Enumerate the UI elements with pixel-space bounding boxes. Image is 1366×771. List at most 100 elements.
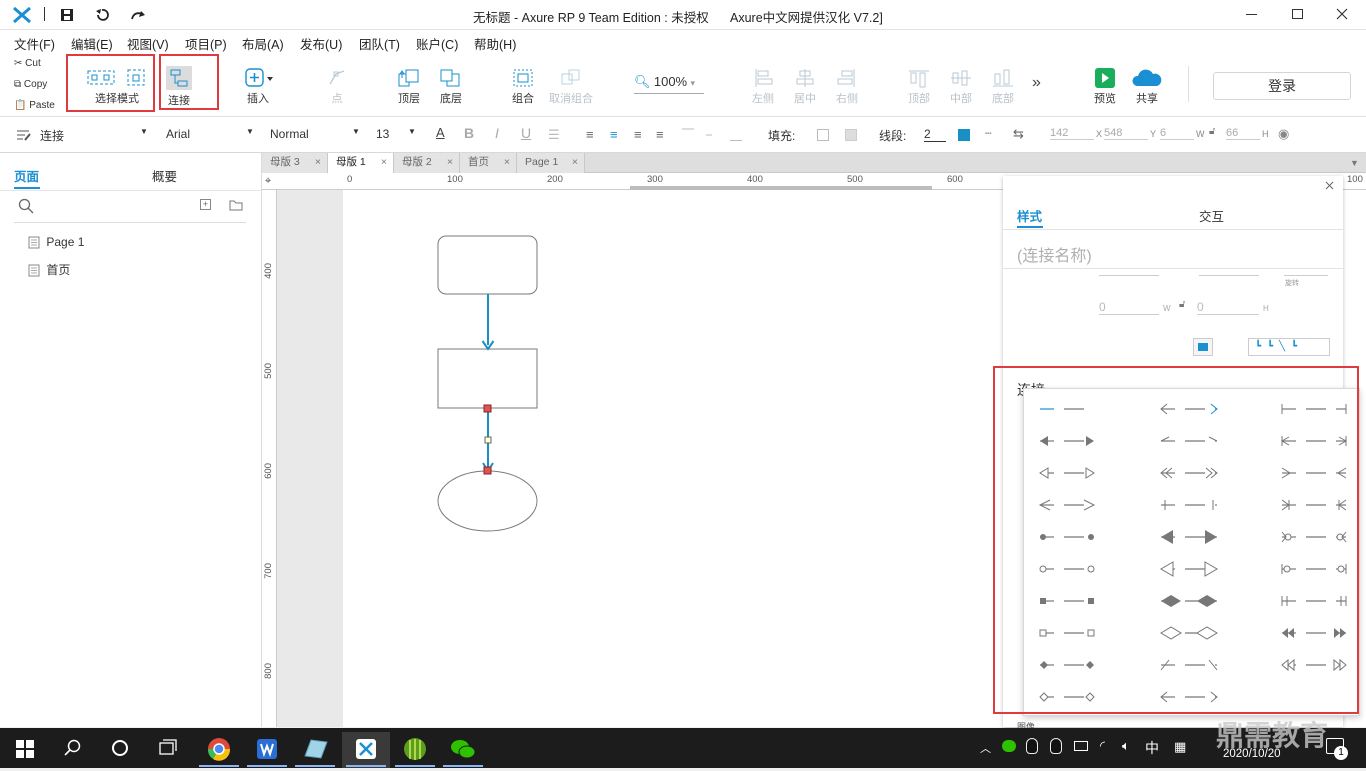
qq-tray-icon[interactable] — [1026, 738, 1038, 754]
bamboo-app-icon[interactable] — [391, 732, 439, 768]
point-button[interactable]: 点 — [322, 68, 352, 106]
menu-team[interactable]: 团队(T) — [359, 34, 400, 53]
wechat-tray-icon[interactable] — [1002, 740, 1016, 752]
bring-to-front-button[interactable]: 顶层 — [392, 68, 426, 106]
fit-text-icon[interactable] — [1193, 338, 1213, 356]
menu-view[interactable]: 视图(V) — [127, 34, 169, 53]
font-select[interactable]: Arial ▼ — [166, 127, 256, 141]
menu-account[interactable]: 账户(C) — [416, 34, 458, 53]
tab-outline[interactable]: 概要 — [152, 166, 177, 185]
font-weight-select[interactable]: Normal ▼ — [270, 127, 362, 141]
menu-help[interactable]: 帮助(H) — [474, 34, 516, 53]
copy-button[interactable]: ⧉ Copy — [14, 79, 47, 90]
align-bottom-button[interactable]: 底部 — [988, 68, 1018, 106]
h-input[interactable]: 66 — [1226, 127, 1260, 140]
tray-expand-icon[interactable]: ︿ — [980, 740, 991, 756]
close-tab-icon[interactable]: × — [572, 153, 578, 172]
tab-home[interactable]: 首页 × — [460, 153, 517, 173]
battery-icon[interactable] — [1074, 741, 1088, 751]
align-middle-button[interactable]: 中部 — [946, 68, 976, 106]
menu-edit[interactable]: 编辑(E) — [71, 34, 113, 53]
wps-app-icon[interactable] — [243, 732, 291, 768]
fill-color-swatch[interactable] — [817, 129, 829, 141]
search-icon[interactable] — [18, 198, 34, 214]
tab-master-2[interactable]: 母版 2 × — [394, 153, 460, 173]
menu-file[interactable]: 文件(F) — [14, 34, 55, 53]
preview-button[interactable]: 预览 — [1088, 68, 1122, 106]
rect-shape[interactable] — [437, 348, 538, 409]
wifi-icon[interactable]: ◜ — [1100, 738, 1105, 754]
tab-master-3[interactable]: 母版 3 × — [262, 153, 328, 173]
undo-icon[interactable] — [95, 8, 109, 22]
zoom-select[interactable]: 🔍︎ 100% ▾ — [634, 74, 704, 94]
connector-handle-end[interactable] — [483, 466, 492, 475]
lock-icon[interactable]: 🔓︎ — [1209, 126, 1215, 137]
valign-middle-icon[interactable]: ⎯ — [706, 127, 712, 142]
bold-icon[interactable]: B — [464, 125, 474, 141]
close-tab-icon[interactable]: × — [447, 153, 453, 172]
align-top-button[interactable]: 顶部 — [904, 68, 934, 106]
share-button[interactable]: 共享 — [1130, 68, 1164, 106]
x-input[interactable]: 142 — [1050, 127, 1094, 140]
text-justify-icon[interactable]: ≡ — [656, 127, 664, 142]
tabs-dropdown-icon[interactable]: ▼ — [1350, 158, 1359, 168]
keyboard-icon[interactable]: ▦ — [1174, 739, 1186, 755]
align-left-button[interactable]: 左侧 — [748, 68, 778, 106]
paste-button[interactable]: 📋 Paste — [14, 100, 55, 111]
axure-app-icon[interactable] — [342, 732, 390, 768]
cut-button[interactable]: ✂ Cut — [14, 58, 41, 69]
tab-interactions[interactable]: 交互 — [1199, 206, 1224, 225]
cortana-icon[interactable] — [111, 739, 129, 757]
close-tab-icon[interactable]: × — [504, 153, 510, 172]
search-icon[interactable] — [64, 739, 82, 757]
arrow-style-icon[interactable]: ⇆ — [1013, 126, 1024, 142]
italic-icon[interactable]: I — [495, 125, 499, 141]
send-to-back-button[interactable]: 底层 — [434, 68, 468, 106]
save-icon[interactable] — [60, 8, 74, 22]
w-input[interactable]: 6 — [1160, 127, 1194, 140]
close-tab-icon[interactable]: × — [315, 153, 321, 172]
style-select[interactable]: 连接 ▼ — [40, 127, 150, 144]
valign-top-icon[interactable]: ⎺ — [682, 127, 694, 142]
underline-icon[interactable]: U — [521, 125, 531, 141]
text-color-icon[interactable]: A — [436, 125, 445, 140]
rounded-rect-shape[interactable] — [437, 235, 538, 295]
add-page-icon[interactable]: + — [200, 199, 211, 210]
text-align-right-icon[interactable]: ≡ — [634, 127, 642, 142]
minimize-icon[interactable] — [1246, 14, 1257, 15]
notes-app-icon[interactable] — [291, 732, 339, 768]
y-input[interactable]: 548 — [1104, 127, 1148, 140]
wechat-app-icon[interactable] — [439, 732, 487, 768]
group-button[interactable]: 组合 — [506, 68, 540, 106]
visibility-eye-icon[interactable]: ◉ — [1278, 126, 1289, 142]
list-icon[interactable]: ☰ — [548, 127, 560, 143]
align-center-button[interactable]: 居中 — [790, 68, 820, 106]
line-color-swatch[interactable] — [958, 129, 970, 141]
ellipse-shape[interactable] — [437, 470, 538, 532]
menu-layout[interactable]: 布局(A) — [242, 34, 284, 53]
fill-shadow-swatch[interactable] — [845, 129, 857, 141]
system-clock[interactable]: 2020/10/20 — [1223, 748, 1281, 760]
tab-style[interactable]: 样式 — [1017, 206, 1042, 225]
ungroup-button[interactable]: 取消组合 — [548, 68, 594, 106]
tab-master-1[interactable]: 母版 1 × — [328, 153, 394, 173]
menu-publish[interactable]: 发布(U) — [300, 34, 342, 53]
close-tab-icon[interactable]: × — [381, 153, 387, 172]
page-item-page1[interactable]: Page 1 — [28, 235, 84, 249]
task-view-icon[interactable] — [158, 739, 178, 757]
connector-handle-start[interactable] — [483, 404, 492, 413]
login-button[interactable]: 登录 — [1213, 72, 1351, 100]
close-icon[interactable] — [1336, 8, 1348, 20]
insert-button[interactable]: 插入 — [242, 68, 274, 106]
menu-project[interactable]: 项目(P) — [185, 34, 227, 53]
corner-style-icons[interactable]: ┗┗╲┗ — [1248, 338, 1330, 356]
windows-start-icon[interactable] — [16, 740, 34, 758]
tab-page1[interactable]: Page 1 × — [517, 153, 585, 173]
ime-indicator[interactable]: 中 — [1145, 738, 1159, 758]
page-item-home[interactable]: 首页 — [28, 261, 70, 278]
qq-tray-icon-2[interactable] — [1050, 738, 1062, 754]
volume-icon[interactable]: 🔈︎ — [1122, 738, 1130, 754]
chrome-app-icon[interactable] — [195, 732, 243, 768]
line-width-input[interactable]: 2 — [924, 127, 946, 142]
align-right-button[interactable]: 右侧 — [832, 68, 862, 106]
